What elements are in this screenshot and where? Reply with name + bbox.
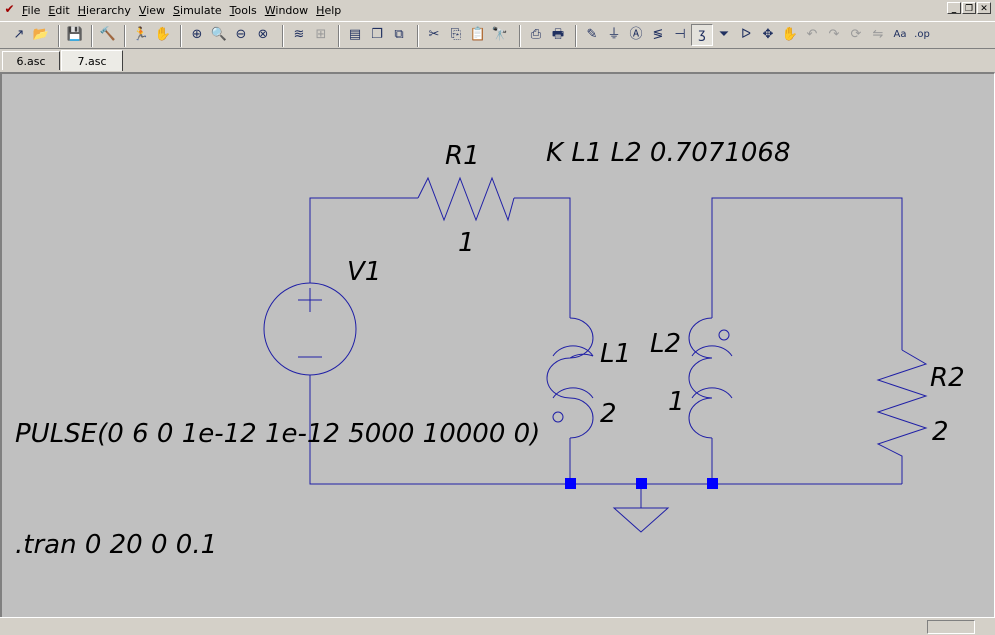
l1-name-label[interactable]: L1 [600,339,631,369]
zoom-fit-icon[interactable]: ⊗ [252,24,274,46]
run-simulation-icon[interactable]: 🏃 [130,24,152,46]
cascade-icon[interactable]: ❐ [366,24,388,46]
r2-value-label[interactable]: 2 [932,417,949,447]
label-net-icon[interactable]: Ⓐ [625,24,647,46]
minimize-icon[interactable]: _ [947,2,961,14]
r1-value-label[interactable]: 1 [458,228,475,258]
copy-icon[interactable]: ⎘ [445,24,467,46]
junction-ground [636,478,647,489]
wire-l2-to-r2[interactable] [711,197,903,350]
tile-horizontal-icon[interactable]: ▤ [344,24,366,46]
restore-icon[interactable]: ❐ [962,2,976,14]
close-all-icon[interactable]: ⧉ [388,24,410,46]
menu-window[interactable]: Window [263,4,314,17]
save-icon[interactable]: 💾 [64,24,86,46]
document-tabs: 6.asc 7.asc [0,50,995,72]
drag-icon[interactable]: ✋ [779,24,801,46]
tran-directive[interactable]: .tran 0 20 0 0.1 [15,530,217,560]
spice-directive-icon[interactable]: .op [911,24,933,46]
inductor-l1-inner [552,345,594,399]
menu-tools[interactable]: Tools [228,4,263,17]
draw-wire-icon[interactable]: ✎ [581,24,603,46]
toolbar-separator [338,25,340,47]
diode-icon[interactable]: ⏷ [713,24,735,46]
tab-6-asc[interactable]: 6.asc [2,51,60,70]
r1-name-label[interactable]: R1 [445,141,480,171]
menu-hierarchy[interactable]: Hierarchy [76,4,137,17]
run-icon[interactable]: ↗ [8,24,30,46]
schematic-drawing: R1 1 K L1 L2 0.7071068 V1 PULSE(0 6 0 1e… [15,138,965,560]
toolbar-separator [575,25,577,47]
paste-icon[interactable]: 📋 [467,24,489,46]
menu-simulate[interactable]: Simulate [171,4,228,17]
cut-icon[interactable]: ✂ [423,24,445,46]
waveform-icon[interactable]: ≋ [288,24,310,46]
capacitor-icon[interactable]: ⊣ [669,24,691,46]
zoom-in-icon[interactable]: ⊕ [186,24,208,46]
mirror-icon[interactable]: ⇋ [867,24,889,46]
resistor-r1[interactable] [417,176,515,222]
schematic-canvas[interactable]: R1 1 K L1 L2 0.7071068 V1 PULSE(0 6 0 1e… [0,72,995,617]
undo-icon[interactable]: ↶ [801,24,823,46]
v1-value-label[interactable]: PULSE(0 6 0 1e-12 1e-12 5000 10000 0) [15,419,540,449]
l2-name-label[interactable]: L2 [650,329,681,359]
junction-l1 [565,478,576,489]
close-icon[interactable]: ✕ [977,2,991,14]
toolbar-separator [282,25,284,47]
l1-value-label[interactable]: 2 [600,399,617,429]
menu-file[interactable]: File [20,4,46,17]
move-icon[interactable]: ✥ [757,24,779,46]
control-panel-icon[interactable]: 🔨 [97,24,119,46]
junction-l2 [707,478,718,489]
inductor-l2[interactable] [688,317,713,439]
resistor-r2[interactable] [876,349,928,484]
l2-value-label[interactable]: 1 [668,387,685,417]
open-icon[interactable]: 📂 [30,24,52,46]
toolbar-separator [180,25,182,47]
toolbar-separator [58,25,60,47]
l2-phase-dot [718,329,730,341]
toolbar-separator [91,25,93,47]
print-setup-icon[interactable]: ⎙ [525,24,547,46]
menu-edit[interactable]: Edit [46,4,75,17]
status-panel [927,620,975,634]
zoom-area-icon[interactable]: 🔍 [208,24,230,46]
menu-help[interactable]: Help [314,4,347,17]
coupling-directive[interactable]: K L1 L2 0.7071068 [546,138,791,168]
r2-name-label[interactable]: R2 [930,363,965,393]
v1-name-label[interactable]: V1 [347,257,381,287]
toolbar: ↗ 📂 💾 🔨 🏃 ✋ ⊕ 🔍 ⊖ ⊗ ≋ ⊞ ▤ ❐ ⧉ ✂ ⎘ 📋 🔭 ⎙ 🖶 ✎ ⏚ Ⓐ ≶ ⊣ ʒ ⏷ ᐅ ✥ ✋ ↶ ↷ ⟳ ⇋ Aa .op [0,21,995,49]
menu-view[interactable]: View [137,4,171,17]
mdi-window-controls: _ ❐ ✕ [947,2,991,14]
app-icon[interactable]: ✔ [3,3,16,16]
toolbar-separator [124,25,126,47]
find-icon[interactable]: 🔭 [489,24,511,46]
status-bar [0,617,995,635]
zoom-out-icon[interactable]: ⊖ [230,24,252,46]
menu-list: File Edit Hierarchy View Simulate Tools Window… [20,4,347,17]
text-icon[interactable]: Aa [889,24,911,46]
ground-symbol[interactable] [612,507,670,533]
redo-icon[interactable]: ↷ [823,24,845,46]
print-icon[interactable]: 🖶 [547,24,569,46]
l1-phase-dot [552,411,564,423]
wire-r1-to-l1[interactable] [514,197,571,318]
halt-icon[interactable]: ✋ [152,24,174,46]
toolbar-separator [417,25,419,47]
toolbar-separator [519,25,521,47]
inductor-icon[interactable]: ʒ [691,24,713,46]
ground-icon[interactable]: ⏚ [603,24,625,46]
tab-7-asc[interactable]: 7.asc [61,50,123,71]
menu-bar: ✔ File Edit Hierarchy View Simulate Tools Wind… [0,0,995,20]
resistor-icon[interactable]: ≶ [647,24,669,46]
rotate-icon[interactable]: ⟳ [845,24,867,46]
component-icon[interactable]: ᐅ [735,24,757,46]
autorange-icon[interactable]: ⊞ [310,24,332,46]
